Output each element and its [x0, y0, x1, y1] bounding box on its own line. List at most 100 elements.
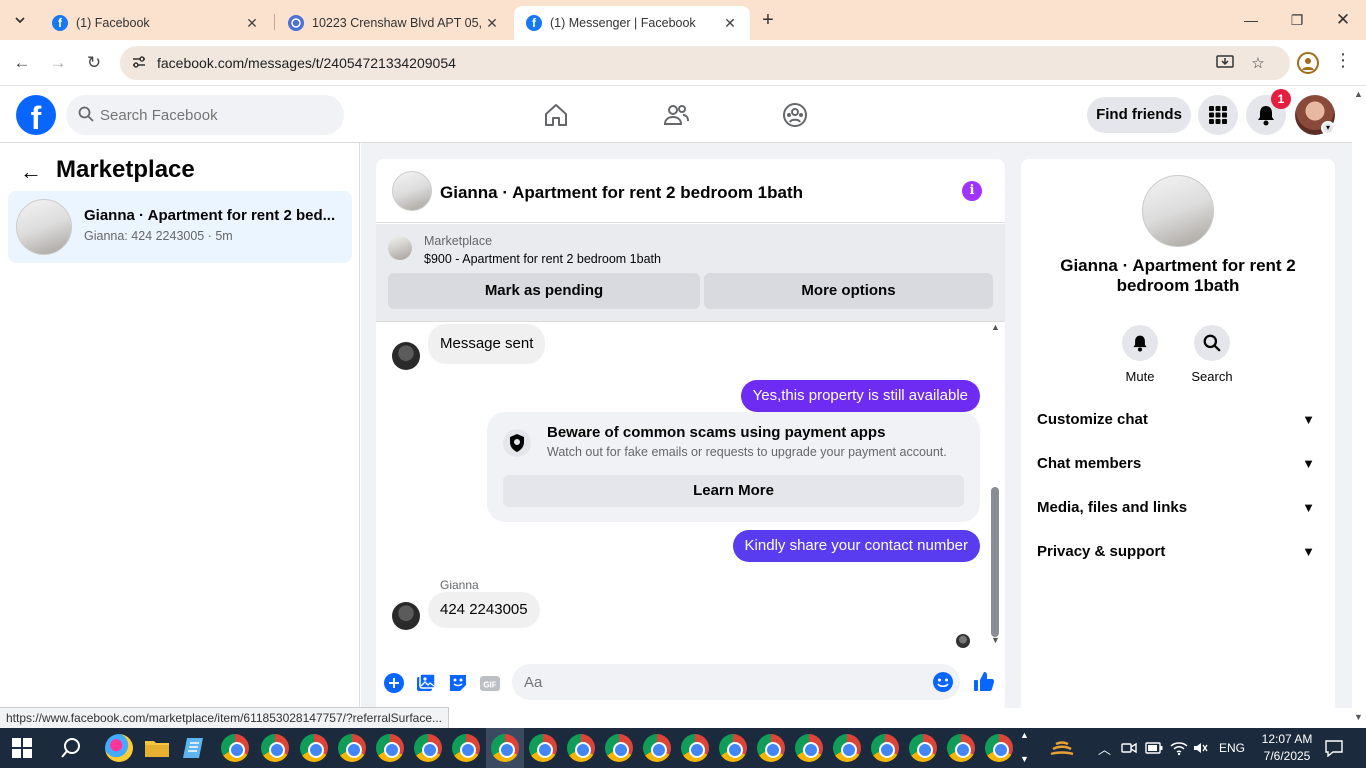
photo-icon[interactable] — [415, 672, 437, 694]
chrome-icon[interactable] — [376, 734, 404, 762]
chrome-icon[interactable] — [757, 734, 785, 762]
restore-button[interactable]: ❐ — [1285, 8, 1309, 32]
tray-app-icon[interactable] — [1049, 736, 1075, 760]
taskbar-scroll-up-icon[interactable]: ▲ — [1020, 730, 1029, 740]
chrome-icon[interactable] — [985, 734, 1013, 762]
chrome-icon[interactable] — [300, 734, 328, 762]
chrome-icon[interactable] — [909, 734, 937, 762]
chrome-icon[interactable] — [605, 734, 633, 762]
taskbar-scroll-down-icon[interactable]: ▼ — [1020, 754, 1029, 764]
chrome-icon[interactable] — [567, 734, 595, 762]
scroll-up-icon[interactable]: ▲ — [991, 322, 1000, 332]
plus-circle-icon[interactable] — [383, 672, 405, 694]
meet-now-icon[interactable] — [1121, 741, 1137, 755]
search-input[interactable] — [100, 95, 330, 135]
media-files-links-row[interactable]: Media, files and links ▼ — [1037, 486, 1319, 530]
chat-members-row[interactable]: Chat members ▼ — [1037, 442, 1319, 486]
conversation-item[interactable]: Gianna · Apartment for rent 2 bed... Gia… — [8, 191, 352, 263]
listing-thumbnail[interactable] — [1142, 175, 1214, 247]
notification-center-icon[interactable] — [1324, 739, 1344, 757]
paint-app-icon[interactable] — [105, 734, 133, 762]
chrome-icon[interactable] — [719, 734, 747, 762]
search-icon[interactable] — [60, 737, 82, 759]
language-indicator[interactable]: ENG — [1219, 741, 1245, 755]
chrome-icon[interactable] — [947, 734, 975, 762]
tab-facebook[interactable]: f (1) Facebook ✕ — [40, 6, 272, 40]
clock-time[interactable]: 12:07 AM — [1257, 732, 1317, 746]
notification-badge: 1 — [1271, 89, 1291, 109]
tray-expand-icon[interactable]: ︿ — [1098, 739, 1111, 758]
groups-icon[interactable] — [781, 101, 809, 129]
message-input[interactable] — [524, 664, 914, 700]
chrome-icon[interactable] — [643, 734, 671, 762]
privacy-support-row[interactable]: Privacy & support ▼ — [1037, 530, 1319, 574]
info-icon[interactable]: i — [962, 181, 982, 201]
chrome-icon[interactable] — [871, 734, 899, 762]
chrome-icon[interactable] — [452, 734, 480, 762]
facebook-search[interactable] — [66, 95, 344, 135]
sticker-icon[interactable] — [447, 672, 469, 694]
page-scrollbar[interactable]: ▲ ▼ — [1352, 87, 1366, 728]
chrome-icon[interactable] — [338, 734, 366, 762]
chrome-icon[interactable] — [491, 734, 519, 762]
chrome-icon[interactable] — [833, 734, 861, 762]
windows-start-icon[interactable] — [12, 738, 32, 758]
chrome-icon[interactable] — [221, 734, 249, 762]
battery-icon[interactable] — [1145, 742, 1163, 754]
thumbs-up-icon[interactable] — [972, 670, 996, 694]
customize-chat-row[interactable]: Customize chat ▼ — [1037, 398, 1319, 442]
clock-date[interactable]: 7/6/2025 — [1257, 749, 1317, 763]
scroll-down-icon[interactable]: ▼ — [991, 635, 1000, 645]
notepad-app-icon[interactable] — [181, 734, 209, 762]
more-options-button[interactable]: More options — [704, 273, 993, 309]
tab-messenger[interactable]: f (1) Messenger | Facebook ✕ — [514, 6, 750, 40]
install-app-icon[interactable] — [1215, 54, 1235, 72]
home-icon[interactable] — [542, 101, 570, 129]
address-bar[interactable]: facebook.com/messages/t/2405472133420905… — [120, 46, 1290, 80]
message-input-field[interactable] — [512, 664, 960, 700]
file-explorer-icon[interactable] — [143, 734, 171, 762]
tab-redfin[interactable]: 10223 Crenshaw Blvd APT 05, In ✕ — [276, 6, 512, 40]
new-tab-button[interactable]: + — [758, 10, 778, 30]
tab-search-button[interactable] — [8, 8, 32, 32]
volume-muted-icon[interactable] — [1192, 740, 1208, 756]
chrome-icon[interactable] — [261, 734, 289, 762]
chrome-icon[interactable] — [795, 734, 823, 762]
facebook-logo-icon[interactable]: f — [16, 95, 56, 135]
listing-thumbnail[interactable] — [392, 171, 432, 211]
back-arrow-icon[interactable]: ← — [20, 159, 42, 185]
find-friends-button[interactable]: Find friends — [1087, 97, 1191, 133]
chrome-icon[interactable] — [529, 734, 557, 762]
mute-action[interactable]: Mute — [1110, 325, 1170, 384]
chevron-down-icon[interactable]: ▾ — [1321, 121, 1335, 135]
message-bubble: Kindly share your contact number — [732, 530, 980, 562]
friends-icon[interactable] — [662, 101, 690, 129]
listing-description[interactable]: $900 - Apartment for rent 2 bedroom 1bat… — [424, 252, 661, 266]
menu-grid-button[interactable] — [1198, 95, 1238, 135]
close-icon[interactable]: ✕ — [484, 15, 500, 32]
scrollbar-thumb[interactable] — [991, 487, 999, 637]
wifi-icon[interactable] — [1170, 740, 1188, 756]
close-icon[interactable]: ✕ — [244, 15, 260, 32]
mark-as-pending-button[interactable]: Mark as pending — [388, 273, 700, 309]
scroll-up-icon[interactable]: ▲ — [1354, 89, 1363, 99]
site-info-icon[interactable] — [130, 54, 148, 72]
reload-button[interactable]: ↻ — [82, 51, 106, 75]
minimize-button[interactable]: — — [1239, 8, 1263, 32]
gif-icon[interactable]: GIF — [479, 672, 501, 694]
scroll-down-icon[interactable]: ▼ — [1354, 712, 1363, 722]
search-action[interactable]: Search — [1182, 325, 1242, 384]
chat-scrollbar[interactable]: ▲ ▼ — [990, 322, 1000, 652]
chrome-icon[interactable] — [681, 734, 709, 762]
browser-menu-icon[interactable]: ⋮ — [1334, 50, 1352, 71]
back-button[interactable]: ← — [10, 51, 34, 75]
forward-button[interactable]: → — [46, 51, 70, 75]
close-icon[interactable]: ✕ — [722, 15, 738, 32]
learn-more-button[interactable]: Learn More — [503, 475, 964, 507]
profile-icon[interactable] — [1297, 52, 1319, 74]
window-close-button[interactable]: ✕ — [1331, 8, 1355, 32]
emoji-icon[interactable] — [932, 671, 954, 693]
bookmark-star-icon[interactable]: ☆ — [1248, 54, 1268, 72]
chat-title[interactable]: Gianna · Apartment for rent 2 bedroom 1b… — [440, 183, 803, 203]
chrome-icon[interactable] — [414, 734, 442, 762]
